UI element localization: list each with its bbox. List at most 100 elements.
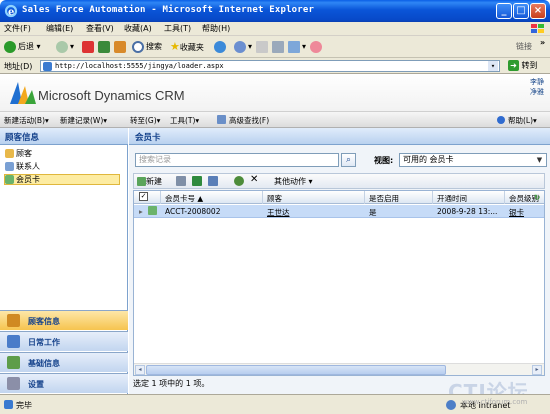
nav-item-contacts[interactable]: 联系人 [5,161,40,172]
minimize-button[interactable]: _ [496,3,512,19]
menu-tools[interactable]: 工具(T) [164,23,191,34]
favorites-button[interactable]: ★收藏夹 [170,40,204,54]
media-button[interactable] [214,40,228,54]
internet-explorer-icon: e [4,4,18,18]
new-activity-menu[interactable]: 新建活动(B)▾ [4,115,49,126]
scroll-left-icon[interactable]: ◂ [135,365,145,375]
windows-logo-icon [531,24,544,33]
goto-menu[interactable]: 转至(G)▾ [130,115,160,126]
column-card-number[interactable]: 会员卡号 ▲ [165,193,203,204]
forward-arrow-icon [56,40,68,53]
select-all-checkbox[interactable]: ✓ [139,192,148,201]
nav-item-member-cards[interactable]: 会员卡 [5,174,40,185]
cell-customer-link[interactable]: 王世达 [267,207,290,218]
menu-edit[interactable]: 编辑(E) [46,23,73,34]
mail-button[interactable] [256,40,270,54]
new-record-menu[interactable]: 新建记录(W)▾ [60,115,107,126]
forward-button[interactable]: ▾ [56,40,74,54]
stop-icon [82,40,94,53]
advanced-find-button[interactable]: 高级查找(F) [229,115,269,126]
sort-ascending-icon: ▲ [197,194,204,203]
refresh-button[interactable] [98,40,112,54]
menu-view[interactable]: 查看(V) [86,23,114,34]
assign-icon[interactable] [234,176,244,186]
main-content: 会员卡 搜索记录 ⌕ 视图: 可用的 会员卡 ▼ 新建 ✕ 其他动作 ▾ ✓ 会… [129,128,550,394]
settings-icon [7,377,20,390]
wunderbar-settings[interactable]: 设置 [0,373,128,393]
print-button[interactable] [272,40,286,54]
more-actions-button[interactable]: 其他动作 ▾ [274,176,313,187]
delete-icon[interactable]: ✕ [250,174,258,185]
title-bar: e Sales Force Automation - Microsoft Int… [0,0,550,22]
menu-file[interactable]: 文件(F) [4,23,31,34]
search-input[interactable]: 搜索记录 [135,153,339,167]
crm-header: Microsoft Dynamics CRM 李静 净雅 [0,74,550,112]
page-icon [43,62,52,71]
tools-menu[interactable]: 工具(T)▾ [170,115,199,126]
table-row[interactable]: ▸ ACCT-2008002 王世达 是 2008-9-28 13:... 银卡 [134,205,544,218]
history-icon [234,40,246,53]
wunderbar-daily-work[interactable]: 日常工作 [0,331,128,351]
scroll-thumb[interactable] [146,365,446,375]
scroll-right-icon[interactable]: ▸ [532,365,542,375]
stop-button[interactable] [82,40,96,54]
mail-icon [256,40,268,53]
new-record-button[interactable]: 新建 [137,176,162,187]
view-select[interactable]: 可用的 会员卡 ▼ [399,153,547,167]
go-button[interactable]: ➜ 转到 [508,60,548,72]
contact-icon [5,162,14,171]
cell-member-level-link[interactable]: 银卡 [509,207,524,218]
basic-info-icon [7,356,20,369]
column-enabled[interactable]: 是否启用 [369,193,399,204]
back-button[interactable]: 后退 ▾ [4,40,41,54]
page-done-icon [4,400,13,409]
home-button[interactable] [114,40,128,54]
grid-status-text: 选定 1 项中的 1 项。 [133,379,210,388]
close-button[interactable]: × [530,3,546,19]
wunderbar-basic-info[interactable]: 基础信息 [0,352,128,372]
horizontal-scrollbar[interactable]: ◂ ▸ [134,363,544,375]
star-icon: ★ [170,40,180,53]
search-button[interactable]: ⌕ [341,153,356,167]
search-button[interactable]: 搜索 [132,40,162,54]
media-icon [214,40,226,53]
refresh-grid-icon[interactable]: ↻ [534,193,540,202]
menu-bar: 文件(F) 编辑(E) 查看(V) 收藏(A) 工具(T) 帮助(H) [0,22,550,36]
magnifier-icon [132,40,144,53]
window-title: Sales Force Automation - Microsoft Inter… [22,5,315,15]
links-button[interactable]: 链接 [516,40,532,54]
cell-enabled: 是 [369,208,377,217]
messenger-button[interactable] [310,40,324,54]
member-card-icon [148,206,157,215]
status-text: 完毕 [16,401,32,410]
column-open-time[interactable]: 开通时间 [437,193,467,204]
history-button[interactable]: ▾ [234,40,252,54]
export-excel-icon[interactable] [192,176,202,186]
nav-item-customers[interactable]: 顾客 [5,148,32,159]
left-navigation: 顾客信息 顾客 联系人 会员卡 顾客信息 日常工作 基础信息 设置 [0,128,128,394]
wunderbar-customer-info[interactable]: 顾客信息 [0,310,128,330]
go-arrow-icon: ➜ [508,60,519,71]
help-menu[interactable]: 帮助(L)▾ [508,115,537,126]
home-icon [114,40,126,53]
help-icon [497,116,505,124]
mail-merge-icon[interactable] [208,176,218,186]
user-name: 李静 [530,78,544,86]
menu-favorites[interactable]: 收藏(A) [124,23,152,34]
magnifier-icon: ⌕ [345,155,352,165]
column-customer[interactable]: 顾客 [267,193,282,204]
browser-toolbar: 后退 ▾ ▾ 搜索 ★收藏夹 ▾ ▾ 链接 » [0,36,550,58]
edit-button[interactable]: ▾ [288,40,306,54]
watermark-url: www.ctiforum.com [462,398,528,406]
organization-name: 净雅 [530,88,544,96]
new-icon [137,177,146,186]
advanced-find-icon [217,115,226,124]
address-dropdown-icon[interactable]: ▾ [488,61,498,71]
grid-toolbar: 新建 ✕ 其他动作 ▾ [133,173,545,189]
print-icon[interactable] [176,176,186,186]
toolbar-overflow-chevron-icon[interactable]: » [540,36,545,50]
menu-help[interactable]: 帮助(H) [202,23,230,34]
print-icon [272,40,284,53]
maximize-button[interactable]: □ [513,3,529,19]
address-input[interactable]: http://localhost:5555/jingya/loader.aspx… [40,60,500,72]
